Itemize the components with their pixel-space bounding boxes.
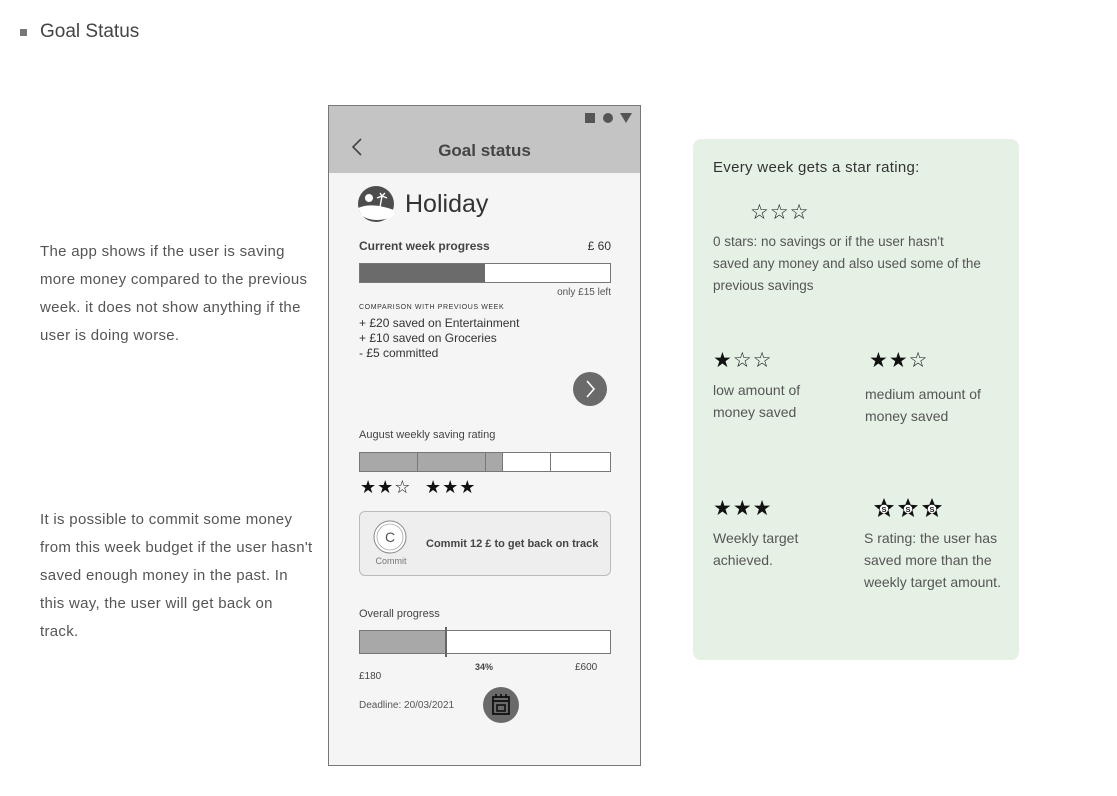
calendar-icon bbox=[492, 694, 510, 715]
current-week-progress-fill bbox=[360, 264, 485, 282]
panel-title: Every week gets a star rating: bbox=[713, 159, 920, 176]
one-star-description: low amount of money saved bbox=[713, 382, 801, 420]
commit-note: It is possible to commit some money from… bbox=[40, 511, 313, 640]
zero-star-description: 0 stars: no savings or if the user hasn'… bbox=[713, 234, 981, 293]
week1-star-rating: ★★☆ bbox=[360, 477, 412, 497]
overall-progress-label: Overall progress bbox=[359, 608, 440, 620]
title-bullet bbox=[20, 29, 27, 36]
triangle-status-icon bbox=[620, 113, 632, 123]
current-week-label: Current week progress bbox=[359, 239, 490, 253]
three-star-rating: ★★★ bbox=[713, 497, 773, 520]
weekly-rating-label: August weekly saving rating bbox=[359, 429, 496, 441]
s-star-icon: S bbox=[874, 498, 894, 517]
overall-percent: 34% bbox=[474, 662, 493, 672]
week-rating-segment bbox=[503, 453, 551, 471]
overall-progress-bar bbox=[359, 627, 611, 657]
s-star-icon: S bbox=[922, 498, 942, 517]
week-rating-segment bbox=[486, 453, 503, 471]
current-week-amount: £ 60 bbox=[587, 239, 611, 253]
comparison-line: + £10 saved on Groceries bbox=[359, 331, 497, 345]
chevron-right-icon bbox=[586, 380, 596, 398]
svg-text:S: S bbox=[905, 505, 910, 514]
amount-left-text: only £15 left bbox=[557, 287, 611, 298]
overall-target-amount: £600 bbox=[575, 662, 598, 673]
week-rating-segment bbox=[551, 453, 610, 471]
three-star-description: Weekly target achieved. bbox=[713, 530, 799, 568]
weekly-rating-bar bbox=[359, 452, 611, 472]
commit-card[interactable]: C Commit Commit 12 £ to get back on trac… bbox=[359, 511, 611, 576]
square-status-icon bbox=[585, 113, 595, 123]
page-title: Goal Status bbox=[40, 21, 140, 42]
circle-status-icon bbox=[603, 113, 613, 123]
current-week-progress-bar bbox=[359, 263, 611, 283]
comparison-heading: COMPARISON WITH PREVIOUS WEEK bbox=[359, 304, 505, 311]
comparison-line: - £5 committed bbox=[359, 346, 439, 360]
svg-text:S: S bbox=[881, 505, 886, 514]
overall-saved-amount: £180 bbox=[359, 671, 382, 682]
s-rating-description: S rating: the user has saved more than t… bbox=[864, 530, 1001, 590]
star-rating-info-panel: Every week gets a star rating: ☆☆☆ 0 sta… bbox=[693, 139, 1019, 660]
commit-text: Commit 12 £ to get back on track bbox=[426, 538, 599, 550]
holiday-beach-icon bbox=[358, 186, 394, 222]
overall-progress-fill bbox=[360, 631, 445, 653]
week-rating-segment bbox=[360, 453, 418, 471]
svg-text:S: S bbox=[929, 505, 934, 514]
s-star-icon: S bbox=[898, 498, 918, 517]
next-button[interactable] bbox=[573, 372, 607, 406]
calendar-button[interactable] bbox=[483, 687, 519, 723]
zero-star-rating: ☆☆☆ bbox=[750, 201, 810, 224]
overall-progress-marker bbox=[445, 627, 447, 657]
two-star-rating: ★★☆ bbox=[869, 349, 929, 372]
goal-name: Holiday bbox=[405, 190, 489, 218]
deadline-text: Deadline: 20/03/2021 bbox=[359, 700, 455, 711]
progress-note: The app shows if the user is saving more… bbox=[40, 243, 308, 344]
week-rating-segment bbox=[418, 453, 486, 471]
comparison-line: + £20 saved on Entertainment bbox=[359, 316, 520, 330]
app-bar: Goal status bbox=[329, 106, 640, 173]
app-bar-title: Goal status bbox=[438, 141, 531, 160]
week2-star-rating: ★★★ bbox=[425, 477, 477, 497]
commit-icon-label: Commit bbox=[375, 556, 407, 566]
two-star-description: medium amount of money saved bbox=[865, 386, 981, 424]
commit-icon-letter: C bbox=[385, 529, 395, 545]
commit-coin-icon: C bbox=[373, 520, 407, 554]
one-star-rating: ★☆☆ bbox=[713, 349, 773, 372]
phone-mockup: Goal status Holiday Current week progres… bbox=[328, 105, 641, 766]
